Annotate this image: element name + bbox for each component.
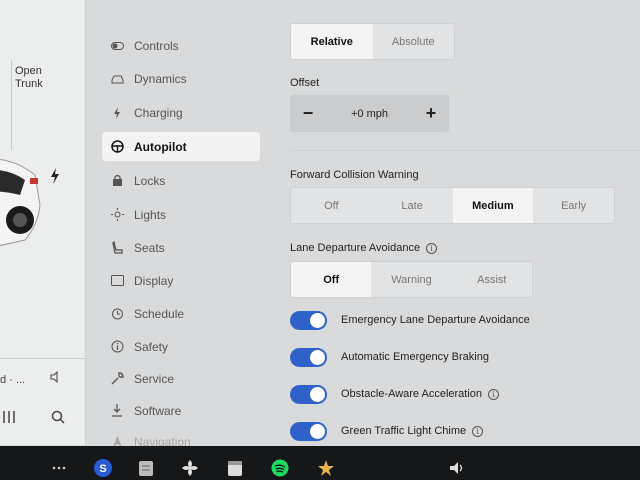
equalizer-icon[interactable] bbox=[2, 410, 16, 424]
toggle-row-elda: Emergency Lane Departure Avoidance bbox=[290, 309, 530, 331]
speed-mode-relative[interactable]: Relative bbox=[291, 24, 373, 59]
nav-item-safety[interactable]: Safety bbox=[102, 332, 260, 361]
nav-item-controls[interactable]: Controls bbox=[102, 31, 260, 60]
fcw-late[interactable]: Late bbox=[372, 188, 453, 223]
nav-item-label: Autopilot bbox=[134, 139, 187, 154]
speed-mode-selector: Relative Absolute bbox=[290, 23, 455, 60]
nav-item-software[interactable]: Software bbox=[102, 396, 260, 425]
increase-button[interactable]: + bbox=[423, 103, 439, 124]
nav-item-label: Display bbox=[134, 273, 174, 288]
nav-item-label: Seats bbox=[134, 240, 165, 255]
car-icon bbox=[110, 72, 124, 86]
panel-status-text: d · ... bbox=[0, 374, 26, 386]
spotify-icon[interactable] bbox=[271, 459, 289, 477]
toggle-row-chime: Green Traffic Light Chime i bbox=[290, 420, 484, 442]
open-trunk-button[interactable]: Open Trunk bbox=[15, 65, 43, 91]
toggle-icon bbox=[110, 39, 124, 53]
lda-assist[interactable]: Assist bbox=[452, 262, 532, 297]
car-image bbox=[0, 159, 41, 247]
toggle-label: Obstacle-Aware Acceleration bbox=[341, 388, 483, 400]
toybox-icon[interactable] bbox=[317, 459, 335, 477]
nav-item-label: Safety bbox=[134, 339, 169, 354]
volume-icon[interactable] bbox=[448, 459, 466, 477]
settings-nav: Controls Dynamics Charging Autopilot Loc… bbox=[96, 0, 266, 449]
nav-item-label: Software bbox=[134, 403, 182, 418]
notes-icon[interactable] bbox=[137, 459, 155, 477]
trunk-label-line1: Open bbox=[15, 65, 42, 77]
offset-value: +0 mph bbox=[351, 107, 388, 120]
svg-text:S: S bbox=[99, 463, 106, 475]
nav-item-label: Controls bbox=[134, 38, 179, 53]
toggle-label: Emergency Lane Departure Avoidance bbox=[341, 314, 530, 326]
lda-selector: Off Warning Assist bbox=[290, 261, 533, 298]
fcw-off[interactable]: Off bbox=[291, 188, 372, 223]
elda-toggle[interactable] bbox=[290, 310, 327, 330]
wrench-icon bbox=[110, 372, 124, 386]
download-icon bbox=[110, 404, 124, 418]
fcw-selector: Off Late Medium Early bbox=[290, 187, 615, 224]
siriusxm-icon[interactable]: S bbox=[93, 458, 113, 478]
nav-item-label: Schedule bbox=[134, 306, 185, 321]
aeb-toggle[interactable] bbox=[290, 347, 327, 367]
info-icon[interactable]: i bbox=[472, 425, 484, 437]
offset-stepper: − +0 mph + bbox=[290, 95, 449, 132]
info-icon bbox=[110, 340, 124, 354]
lda-warning[interactable]: Warning bbox=[371, 262, 451, 297]
alarm-icon bbox=[110, 307, 124, 321]
trunk-label-line2: Trunk bbox=[15, 78, 43, 90]
oaa-toggle[interactable] bbox=[290, 384, 327, 404]
toggle-row-aeb: Automatic Emergency Braking bbox=[290, 346, 489, 368]
bolt-icon bbox=[110, 106, 124, 120]
nav-item-label: Service bbox=[134, 371, 175, 386]
nav-item-dynamics[interactable]: Dynamics bbox=[102, 64, 260, 93]
nav-item-charging[interactable]: Charging bbox=[102, 98, 260, 127]
offset-label: Offset bbox=[290, 77, 320, 89]
steering-wheel-icon bbox=[110, 140, 124, 154]
lda-label-row: Lane Departure Avoidance i bbox=[290, 242, 438, 254]
speed-mode-absolute[interactable]: Absolute bbox=[373, 24, 455, 59]
chime-toggle[interactable] bbox=[290, 421, 327, 441]
seat-icon bbox=[110, 241, 124, 255]
lock-icon bbox=[110, 174, 124, 188]
lda-label: Lane Departure Avoidance bbox=[290, 242, 421, 254]
nav-item-label: Lights bbox=[134, 207, 167, 222]
trunk-divider bbox=[11, 60, 12, 150]
autopilot-settings: Relative Absolute Offset − +0 mph + Forw… bbox=[270, 0, 640, 445]
search-icon[interactable] bbox=[51, 410, 65, 424]
info-icon[interactable]: i bbox=[426, 242, 438, 254]
nav-item-locks[interactable]: Locks bbox=[102, 166, 260, 195]
more-apps-icon[interactable] bbox=[50, 459, 68, 477]
sun-icon bbox=[110, 208, 124, 222]
nav-item-schedule[interactable]: Schedule bbox=[102, 299, 260, 328]
nav-item-label: Locks bbox=[134, 173, 166, 188]
nav-item-display[interactable]: Display bbox=[102, 266, 260, 295]
toggle-row-oaa: Obstacle-Aware Acceleration i bbox=[290, 383, 500, 405]
charge-bolt-icon bbox=[51, 168, 59, 184]
lda-off[interactable]: Off bbox=[291, 262, 372, 297]
display-icon bbox=[110, 274, 124, 288]
nav-item-lights[interactable]: Lights bbox=[102, 200, 260, 229]
fcw-medium[interactable]: Medium bbox=[452, 188, 534, 223]
volume-icon[interactable] bbox=[50, 371, 62, 383]
nav-item-seats[interactable]: Seats bbox=[102, 233, 260, 262]
taskbar: S bbox=[0, 446, 640, 480]
decrease-button[interactable]: − bbox=[300, 103, 316, 124]
panel-divider bbox=[0, 358, 86, 359]
fan-icon[interactable] bbox=[181, 459, 199, 477]
nav-item-service[interactable]: Service bbox=[102, 364, 260, 393]
info-icon[interactable]: i bbox=[488, 388, 500, 400]
car-panel: Open Trunk d · ... bbox=[0, 0, 86, 445]
section-divider bbox=[290, 150, 640, 151]
nav-item-label: Dynamics bbox=[134, 71, 187, 86]
fcw-early[interactable]: Early bbox=[533, 188, 614, 223]
nav-item-autopilot[interactable]: Autopilot bbox=[102, 132, 260, 161]
toggle-label: Automatic Emergency Braking bbox=[341, 351, 489, 363]
calendar-icon[interactable] bbox=[226, 459, 244, 477]
nav-item-label: Charging bbox=[134, 105, 183, 120]
toggle-label: Green Traffic Light Chime bbox=[341, 425, 467, 437]
fcw-label: Forward Collision Warning bbox=[290, 169, 419, 181]
